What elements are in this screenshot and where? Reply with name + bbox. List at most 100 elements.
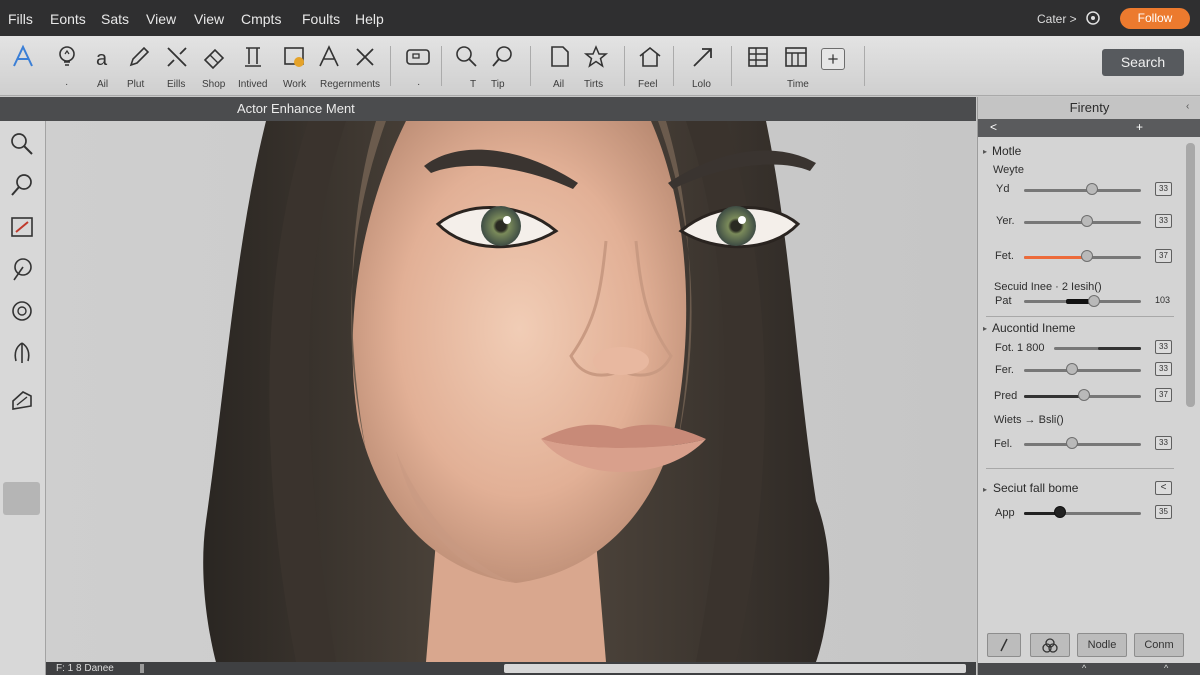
confirm-button[interactable]: Conm (1134, 633, 1184, 657)
chevron-right-icon[interactable]: ▸ (983, 147, 987, 156)
status-bar: F: 1 8 Danee (46, 662, 976, 675)
slider-thumb[interactable] (1078, 389, 1090, 401)
magnify-alt-icon[interactable] (489, 44, 515, 70)
slider-thumb[interactable] (1088, 295, 1100, 307)
tb-label-feel: Feel (638, 79, 658, 90)
slider-label: Fet. (995, 250, 1014, 262)
pencil-icon[interactable] (126, 44, 152, 70)
panel-scrollbar[interactable] (1186, 143, 1195, 407)
slider-track[interactable] (1024, 443, 1141, 446)
section-motle-sub: Weyte (993, 164, 1024, 176)
feather-icon[interactable] (8, 255, 36, 283)
tb-label-ail: Ail (97, 79, 109, 90)
wand-icon[interactable] (164, 44, 190, 70)
grid-icon[interactable] (745, 44, 771, 70)
globe-icon[interactable] (1085, 10, 1101, 26)
letter-a-icon[interactable]: a (91, 44, 117, 70)
status-text: F: 1 8 Danee (56, 663, 114, 674)
letter-a-outline-icon[interactable] (316, 44, 342, 70)
panel-divider (986, 468, 1174, 469)
target-icon[interactable] (8, 297, 36, 325)
horizontal-scrollbar[interactable] (504, 664, 966, 673)
home-icon[interactable] (637, 44, 663, 70)
menu-files[interactable]: Fills (8, 11, 33, 27)
shield-icon[interactable] (8, 339, 36, 367)
value-box[interactable]: 35 (1155, 505, 1172, 519)
tb-label-work: Work (283, 79, 307, 90)
chevron-right-icon[interactable]: ▸ (983, 324, 987, 333)
slider-label: Fel. (994, 438, 1013, 450)
slider-track[interactable] (1024, 369, 1141, 372)
stamp-icon[interactable] (240, 44, 266, 70)
menu-help[interactable]: Help (355, 11, 384, 27)
slider-fill (1024, 395, 1080, 398)
lasso-icon[interactable] (8, 171, 36, 199)
status-separator (140, 664, 144, 673)
node-button[interactable]: Nodle (1077, 633, 1127, 657)
slider-label: Fer. (995, 364, 1014, 376)
value-box[interactable]: 33 (1155, 182, 1172, 196)
value-box[interactable]: 37 (1155, 249, 1172, 263)
pen-button[interactable] (987, 633, 1021, 657)
portrait-image (46, 121, 976, 662)
layers-button[interactable] (1030, 633, 1070, 657)
window-icon[interactable] (783, 44, 809, 70)
image-canvas[interactable] (46, 121, 976, 662)
magnify-icon[interactable] (454, 44, 480, 70)
smudge-icon[interactable] (8, 387, 36, 415)
pen-icon (1000, 638, 1008, 652)
text-a-icon[interactable] (10, 44, 36, 70)
search-button[interactable]: Search (1102, 49, 1184, 76)
star-icon[interactable] (583, 44, 609, 70)
zoom-icon[interactable] (8, 130, 36, 158)
plus-icon[interactable] (821, 48, 845, 70)
slider-thumb[interactable] (1081, 250, 1093, 262)
menu-view-2[interactable]: View (194, 11, 224, 27)
value-box[interactable]: 37 (1155, 388, 1172, 402)
toolbar-separator (673, 46, 674, 86)
menu-cmpts[interactable]: Cmpts (241, 11, 281, 27)
section-back-button[interactable]: < (1155, 481, 1172, 495)
svg-text:a: a (96, 48, 108, 70)
slider-label: App (995, 507, 1015, 519)
close-x-icon[interactable] (352, 44, 378, 70)
slider-thumb[interactable] (1066, 437, 1078, 449)
arrow-up-right-icon[interactable] (690, 44, 716, 70)
panel-add-button[interactable]: + (1136, 120, 1143, 134)
value-box[interactable]: 33 (1155, 340, 1172, 354)
follow-button[interactable]: Follow (1120, 8, 1190, 29)
scroll-up-icon[interactable]: ^ (1082, 663, 1086, 673)
cater-menu[interactable]: Cater > (1037, 12, 1077, 26)
chevron-right-icon[interactable]: ▸ (983, 485, 987, 494)
frame-icon[interactable] (405, 44, 431, 70)
value-box[interactable]: 33 (1155, 362, 1172, 376)
menu-sats[interactable]: Sats (101, 11, 129, 27)
properties-panel: Firenty ‹ < + ▸ Motle Weyte Yd 33 Yer. 3… (977, 97, 1200, 675)
section-motle-sub2: Secuid Inee · 2 Iesih() (994, 281, 1102, 293)
value-box[interactable]: 33 (1155, 436, 1172, 450)
tb-label-lolo: Lolo (692, 79, 711, 90)
panel-divider (986, 316, 1174, 317)
square-icon[interactable] (547, 44, 573, 70)
eraser-icon[interactable] (201, 44, 227, 70)
slider-thumb[interactable] (1066, 363, 1078, 375)
slider-thumb[interactable] (1086, 183, 1098, 195)
section-motle-heading[interactable]: Motle (992, 144, 1021, 158)
panel-back-button[interactable]: < (990, 120, 997, 134)
menu-view[interactable]: View (146, 11, 176, 27)
scroll-up-alt-icon[interactable]: ^ (1164, 663, 1168, 673)
badge-icon[interactable] (282, 44, 308, 70)
lightbulb-icon[interactable] (54, 44, 80, 70)
slider-track[interactable] (1024, 189, 1141, 192)
slider-thumb[interactable] (1054, 506, 1066, 518)
menu-foults[interactable]: Foults (302, 11, 340, 27)
menu-eonts[interactable]: Eonts (50, 11, 86, 27)
panel-collapse-icon[interactable]: ‹ (1186, 101, 1189, 112)
section-seciut-heading[interactable]: Seciut fall bome (993, 481, 1078, 495)
value-box[interactable]: 33 (1155, 214, 1172, 228)
slider-thumb[interactable] (1081, 215, 1093, 227)
section-aucontid-heading[interactable]: Aucontid Ineme (992, 321, 1075, 335)
toolbar-separator (624, 46, 625, 86)
toolbar: · a Ail Plut Eills Shop Intived Work Reg… (0, 36, 1200, 96)
brush-icon[interactable] (8, 213, 36, 241)
